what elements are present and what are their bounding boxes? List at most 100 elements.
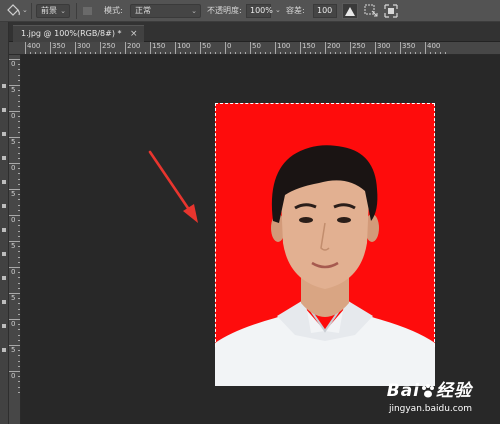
document-tab-title: 1.jpg @ 100%(RGB/8#) * bbox=[21, 29, 122, 38]
tool-icon[interactable] bbox=[2, 204, 6, 208]
ruler-tick bbox=[120, 52, 121, 54]
ruler-tick bbox=[18, 90, 20, 92]
ruler-tick bbox=[295, 52, 296, 54]
ruler-tick bbox=[340, 52, 341, 54]
tool-icon[interactable] bbox=[2, 252, 6, 256]
ruler-tick bbox=[9, 371, 20, 372]
ruler-tick bbox=[18, 339, 20, 341]
ruler-label: 0 bbox=[11, 60, 16, 68]
ruler-tick bbox=[235, 52, 236, 54]
tool-icon[interactable] bbox=[2, 300, 6, 304]
ruler-tick bbox=[18, 225, 20, 227]
ruler-tick bbox=[310, 52, 311, 54]
paint-bucket-icon[interactable] bbox=[4, 3, 24, 19]
ruler-label: 0 bbox=[227, 42, 232, 50]
ruler-tick bbox=[445, 52, 446, 54]
ruler-tick bbox=[18, 376, 20, 378]
canvas-area[interactable] bbox=[22, 56, 500, 424]
ruler-tick bbox=[18, 105, 20, 107]
ruler-tick bbox=[18, 287, 20, 289]
ruler-tick bbox=[245, 52, 246, 54]
ruler-tick bbox=[90, 52, 91, 54]
ruler-label: 5 bbox=[11, 242, 16, 250]
tool-icon[interactable] bbox=[2, 108, 6, 112]
opacity-chevron-icon[interactable]: ⌄ bbox=[275, 6, 281, 14]
ruler-tick bbox=[50, 42, 51, 54]
ruler-tick bbox=[18, 79, 20, 81]
ruler-tick bbox=[410, 52, 411, 54]
horizontal-ruler[interactable]: 400 350 300 250 200 150 100 50 0 50 100 150 200 250 30… bbox=[9, 42, 500, 55]
ruler-tick bbox=[180, 52, 181, 54]
ruler-label: 100 bbox=[177, 42, 191, 50]
ruler-tick bbox=[405, 52, 406, 54]
ruler-tick bbox=[18, 204, 20, 206]
ruler-tick bbox=[435, 52, 436, 54]
ruler-tick bbox=[18, 313, 20, 315]
ruler-tick bbox=[18, 168, 20, 170]
ruler-label: 5 bbox=[11, 294, 16, 302]
ruler-label: 0 bbox=[11, 268, 16, 276]
pattern-icon[interactable] bbox=[80, 3, 96, 19]
tool-icon[interactable] bbox=[2, 156, 6, 160]
ruler-label: 250 bbox=[102, 42, 116, 50]
fill-source-value: 前景 bbox=[41, 6, 57, 15]
ruler-tick bbox=[18, 126, 20, 128]
ruler-tick bbox=[100, 42, 101, 54]
tool-icon[interactable] bbox=[2, 348, 6, 352]
tool-icon[interactable] bbox=[2, 276, 6, 280]
ruler-label: 5 bbox=[11, 86, 16, 94]
ruler-label: 250 bbox=[352, 42, 366, 50]
ruler-tick bbox=[18, 194, 20, 196]
ruler-tick bbox=[18, 100, 20, 102]
ruler-tick bbox=[18, 230, 20, 232]
opacity-label: 不透明度: bbox=[207, 6, 242, 15]
ruler-tick bbox=[285, 52, 286, 54]
ruler-tick bbox=[200, 42, 201, 54]
ruler-tick bbox=[9, 111, 20, 112]
close-icon[interactable]: × bbox=[130, 26, 138, 42]
ruler-label: 200 bbox=[327, 42, 341, 50]
ruler-tick bbox=[18, 131, 20, 133]
baidu-jingyan-watermark: Bai 经验 jingyan.baidu.com bbox=[386, 381, 472, 415]
contiguous-icon[interactable] bbox=[363, 3, 379, 19]
opacity-input[interactable]: 100% bbox=[246, 4, 273, 18]
tool-icon[interactable] bbox=[2, 228, 6, 232]
ruler-tick bbox=[225, 42, 226, 54]
ruler-tick bbox=[165, 52, 166, 54]
watermark-brand: Bai bbox=[386, 381, 420, 401]
ruler-tick bbox=[95, 52, 96, 54]
tool-preset-chevron-icon[interactable]: ⌄ bbox=[22, 6, 28, 14]
ruler-label: 400 bbox=[427, 42, 441, 50]
ruler-label: 5 bbox=[11, 138, 16, 146]
ruler-tick bbox=[190, 52, 191, 54]
tolerance-input[interactable]: 100 bbox=[313, 4, 337, 18]
document-tab[interactable]: 1.jpg @ 100%(RGB/8#) * × bbox=[13, 25, 144, 42]
ruler-tick bbox=[415, 52, 416, 54]
tool-icon[interactable] bbox=[2, 180, 6, 184]
ruler-tick bbox=[105, 52, 106, 54]
ruler-tick bbox=[25, 42, 26, 54]
ruler-tick bbox=[215, 52, 216, 54]
ruler-tick bbox=[430, 52, 431, 54]
ruler-tick bbox=[9, 319, 20, 320]
ruler-tick bbox=[18, 74, 20, 76]
anti-alias-icon[interactable] bbox=[342, 3, 358, 19]
vertical-ruler[interactable]: 0 5 0 5 0 5 0 5 0 5 0 5 0 bbox=[9, 55, 21, 424]
all-layers-icon[interactable] bbox=[383, 3, 399, 19]
ruler-label: 300 bbox=[77, 42, 91, 50]
ruler-tick bbox=[425, 42, 426, 54]
ruler-tick bbox=[325, 42, 326, 54]
ruler-tick bbox=[18, 69, 20, 71]
tool-icon[interactable] bbox=[2, 132, 6, 136]
blend-mode-dropdown[interactable]: 正常 ⌄ bbox=[130, 4, 201, 18]
tool-icon[interactable] bbox=[2, 324, 6, 328]
ruler-tick bbox=[175, 42, 176, 54]
ruler-tick bbox=[9, 85, 20, 86]
ruler-tick bbox=[390, 52, 391, 54]
tool-icon[interactable] bbox=[2, 84, 6, 88]
ruler-tick bbox=[150, 42, 151, 54]
fill-source-dropdown[interactable]: 前景 ⌄ bbox=[36, 4, 70, 18]
ruler-tick bbox=[255, 52, 256, 54]
ruler-tick bbox=[125, 42, 126, 54]
document-image[interactable] bbox=[215, 103, 435, 386]
